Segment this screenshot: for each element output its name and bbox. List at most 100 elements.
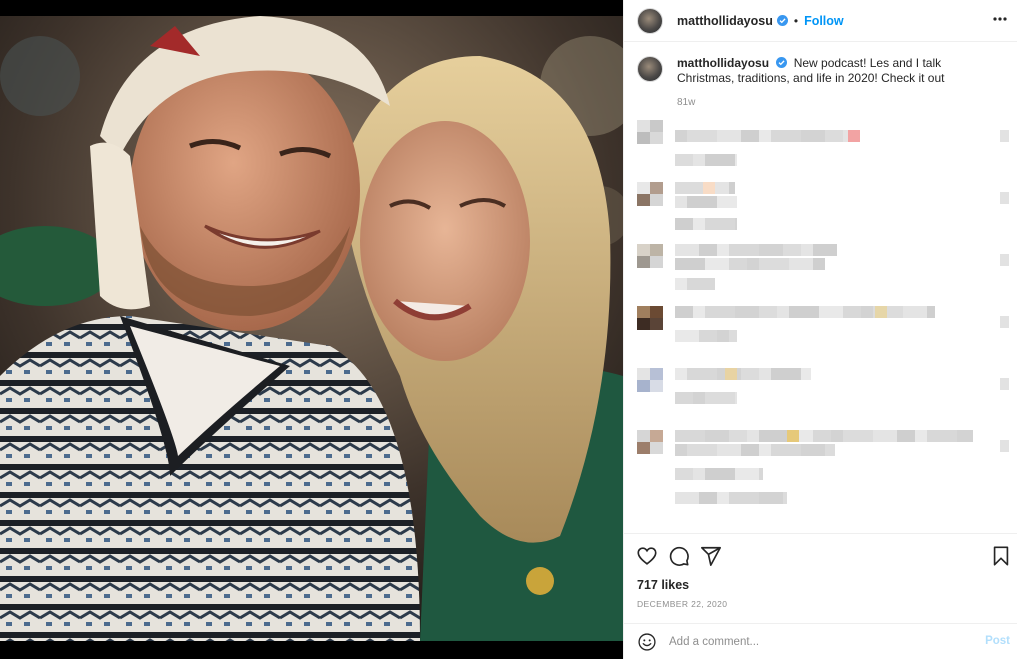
comment-text-pixel <box>675 218 693 230</box>
comment-avatar-pixel <box>650 194 663 206</box>
comment-text-pixel <box>675 130 687 142</box>
paper-plane-icon[interactable] <box>700 545 722 567</box>
comment-text-pixel <box>759 258 789 270</box>
author-username[interactable]: matthollidayosu <box>677 14 773 28</box>
add-comment-bar: Post <box>624 623 1017 659</box>
comment-text-pixel <box>693 218 705 230</box>
post-date[interactable]: DECEMBER 22, 2020 <box>637 599 727 609</box>
comment-text-pixel <box>783 492 787 504</box>
post-header: matthollidayosu • Follow <box>624 0 1017 42</box>
heart-icon[interactable] <box>636 545 658 567</box>
comment-text-pixel <box>771 130 801 142</box>
comment-text-pixel <box>759 306 777 318</box>
comment-avatar-pixel <box>650 244 663 256</box>
comment-text-pixel <box>897 430 915 442</box>
post-details-panel: matthollidayosu • Follow matthollidayosu <box>623 0 1017 659</box>
comment-text-pixel <box>729 330 737 342</box>
verified-badge-icon <box>776 57 788 68</box>
comment-like-pixel <box>1000 440 1009 452</box>
comment-input[interactable] <box>669 636 969 648</box>
comment-text-pixel <box>801 130 825 142</box>
comment-avatar-pixel <box>637 244 650 256</box>
comment-text-pixel <box>759 130 771 142</box>
comment-text-pixel <box>741 368 759 380</box>
author-avatar[interactable] <box>637 7 663 34</box>
comment-text-pixel <box>717 130 741 142</box>
comment-text-pixel <box>957 430 973 442</box>
comment-text-pixel <box>741 130 759 142</box>
comment-text-pixel <box>927 306 935 318</box>
more-options-button[interactable] <box>991 10 1009 28</box>
comment-text-pixel <box>735 392 737 404</box>
comment-text-pixel <box>777 306 789 318</box>
comment-text-pixel <box>759 468 763 480</box>
comment-text-pixel <box>675 430 705 442</box>
post-actions: 717 likes DECEMBER 22, 2020 Post <box>624 533 1017 659</box>
bookmark-icon[interactable] <box>990 545 1012 567</box>
caption-text: matthollidayosu New podcast! Les and I t… <box>677 56 997 86</box>
comment-text-pixel <box>729 182 735 194</box>
comment-text-pixel <box>771 368 801 380</box>
comment-text-pixel <box>825 130 843 142</box>
comment-text-pixel <box>693 154 705 166</box>
comment-text-pixel <box>675 196 687 208</box>
comment-text-pixel <box>789 258 813 270</box>
comment-text-pixel <box>747 258 759 270</box>
comment-like-pixel <box>1000 130 1009 142</box>
comment-text-pixel <box>729 258 747 270</box>
comment-text-pixel <box>729 430 747 442</box>
comments-list[interactable] <box>637 120 1009 530</box>
comment-avatar-pixel <box>637 368 650 380</box>
post-comment-button[interactable]: Post <box>985 635 1010 647</box>
comment-text-pixel <box>741 444 759 456</box>
more-horizontal-icon <box>993 17 1007 21</box>
comment-text-pixel <box>759 444 771 456</box>
comment-text-pixel <box>705 468 735 480</box>
comment-avatar-pixel <box>637 430 650 442</box>
comment-text-pixel <box>675 154 693 166</box>
like-count[interactable]: 717 likes <box>637 578 689 592</box>
caption-avatar[interactable] <box>637 56 663 82</box>
comment-avatar-pixel <box>637 194 650 206</box>
comment-text-pixel <box>759 430 789 442</box>
comment-avatar-pixel <box>650 430 663 442</box>
comment-text-pixel <box>675 306 693 318</box>
emoji-smile-icon[interactable] <box>637 632 657 652</box>
comment-text-pixel <box>735 218 737 230</box>
follow-button[interactable]: Follow <box>804 14 844 28</box>
comment-text-pixel <box>735 468 759 480</box>
caption-username[interactable]: matthollidayosu <box>677 56 769 70</box>
comment-text-pixel <box>843 430 873 442</box>
comment-text-pixel <box>687 278 715 290</box>
comment-avatar-pixel <box>650 256 663 268</box>
comment-avatar-pixel <box>637 256 650 268</box>
comment-text-pixel <box>915 430 927 442</box>
comment-text-pixel <box>729 492 759 504</box>
post-photo[interactable] <box>0 0 623 659</box>
comment-text-pixel <box>705 306 735 318</box>
comment-like-pixel <box>1000 192 1009 204</box>
comment-text-pixel <box>705 258 729 270</box>
comment-text-pixel <box>771 444 801 456</box>
comment-text-pixel <box>705 430 729 442</box>
comment-text-pixel <box>687 368 717 380</box>
comment-text-pixel <box>675 258 705 270</box>
comment-text-pixel <box>759 368 771 380</box>
caption-timestamp[interactable]: 81w <box>677 97 695 108</box>
comment-text-pixel <box>813 258 825 270</box>
comment-icon[interactable] <box>668 545 690 567</box>
comment-text-pixel <box>729 244 759 256</box>
comment-text-pixel <box>759 492 783 504</box>
comment-text-pixel <box>789 306 819 318</box>
comment-text-pixel <box>687 444 717 456</box>
comment-text-pixel <box>813 430 831 442</box>
comment-text-pixel <box>927 430 957 442</box>
post-image[interactable] <box>0 16 623 641</box>
comment-text-pixel <box>717 244 729 256</box>
comment-text-pixel <box>825 444 835 456</box>
comment-text-pixel <box>759 244 783 256</box>
comment-text-pixel <box>861 306 873 318</box>
comment-avatar-pixel <box>637 380 650 392</box>
comment-avatar-pixel <box>650 132 663 144</box>
comment-avatar-pixel <box>650 120 663 132</box>
